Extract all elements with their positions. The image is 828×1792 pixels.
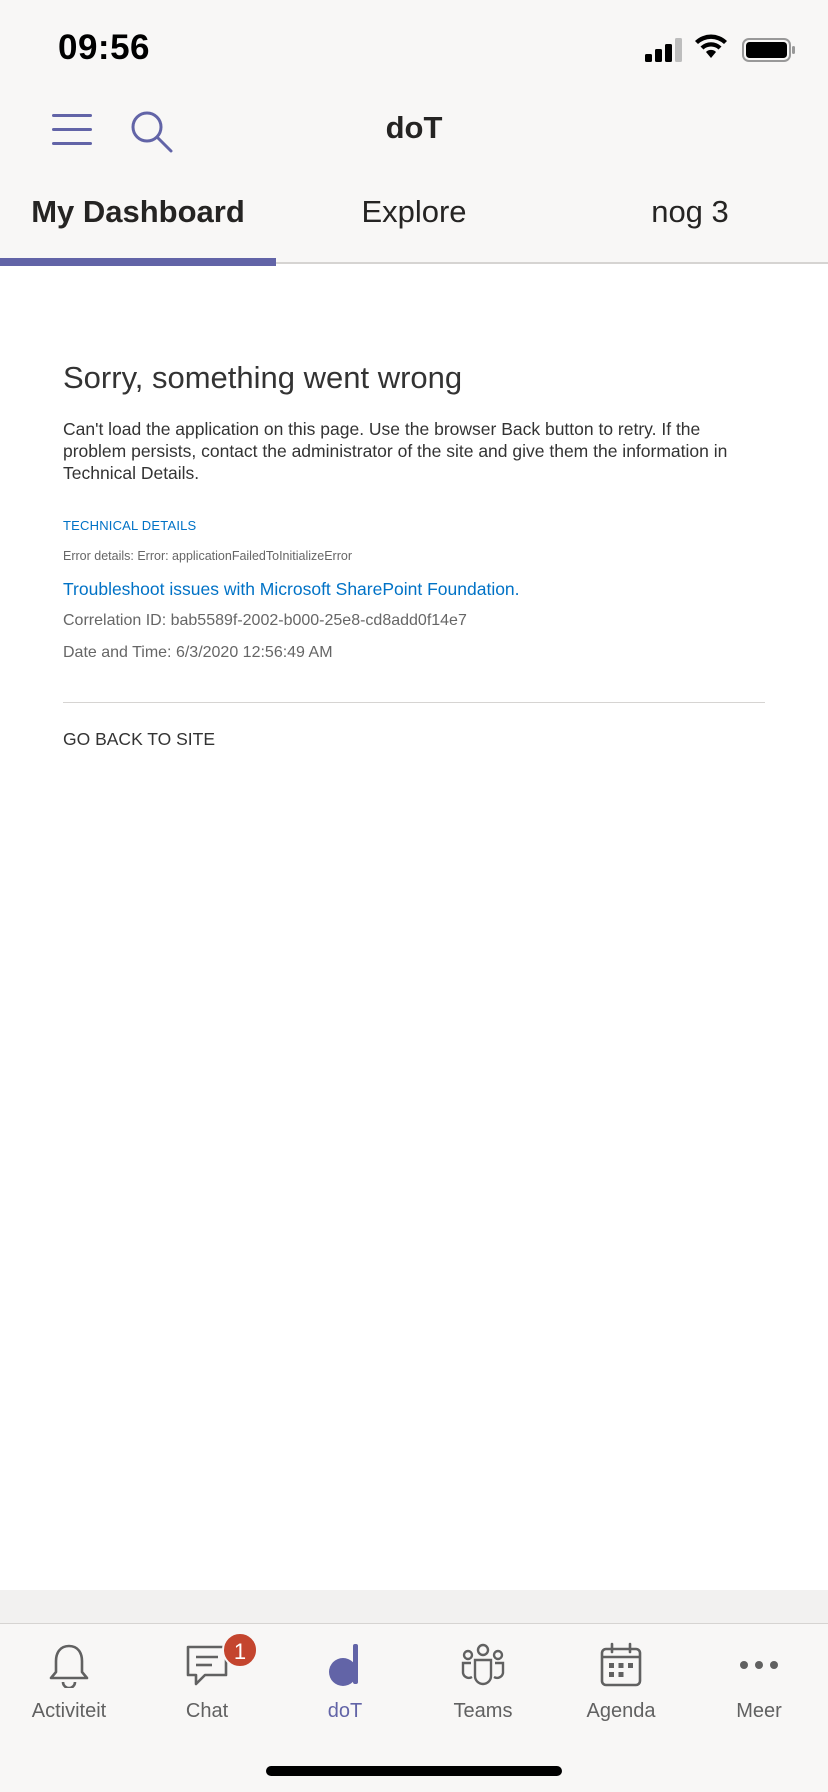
- troubleshoot-link[interactable]: Troubleshoot issues with Microsoft Share…: [63, 579, 765, 600]
- error-panel: Sorry, something went wrong Can't load t…: [63, 360, 765, 750]
- error-details: Error details: Error: applicationFailedT…: [63, 549, 353, 563]
- nav-item-chat[interactable]: 1 Chat: [138, 1624, 276, 1734]
- divider: [63, 702, 765, 703]
- dot-app-icon: [329, 1644, 358, 1686]
- error-message: Can't load the application on this page.…: [63, 419, 728, 483]
- error-title: Sorry, something went wrong: [63, 360, 463, 395]
- tab-my-dashboard[interactable]: My Dashboard: [0, 194, 276, 266]
- tab-explore[interactable]: Explore: [276, 194, 552, 264]
- nav-item-activiteit[interactable]: Activiteit: [0, 1624, 138, 1734]
- home-indicator[interactable]: [266, 1766, 562, 1776]
- correlation-id: Correlation ID: bab5589f-2002-b000-25e8-…: [63, 612, 467, 629]
- nav-label-teams: Teams: [453, 1700, 513, 1722]
- screen: 09:56 doT My Dashboard Explore nog 3 Sor…: [0, 0, 828, 1792]
- battery-icon: [742, 38, 795, 62]
- tab-bar: My Dashboard Explore nog 3: [0, 194, 828, 266]
- wifi-icon: [695, 34, 727, 58]
- nav-item-meer[interactable]: Meer: [690, 1624, 828, 1734]
- nav-label-chat: Chat: [185, 1700, 229, 1722]
- calendar-icon: [600, 1642, 642, 1687]
- bell-icon: [49, 1644, 89, 1688]
- teams-icon: [461, 1643, 505, 1686]
- technical-details-heading: TECHNICAL DETAILS: [63, 518, 197, 533]
- nav-item-teams[interactable]: Teams: [414, 1624, 552, 1734]
- go-back-to-site-link[interactable]: GO BACK TO SITE: [63, 729, 215, 750]
- nav-item-agenda[interactable]: Agenda: [552, 1624, 690, 1734]
- bottom-separator-strip: [0, 1590, 828, 1624]
- status-bar: 09:56: [0, 0, 828, 96]
- nav-item-dot[interactable]: doT: [276, 1624, 414, 1734]
- nav-label-meer: Meer: [736, 1700, 782, 1722]
- nav-label-agenda: Agenda: [586, 1700, 656, 1722]
- nav-label-dot: doT: [327, 1700, 363, 1722]
- more-icon: [740, 1661, 778, 1669]
- tab-more-overflow[interactable]: nog 3: [552, 194, 828, 264]
- app-title: doT: [385, 110, 443, 145]
- nav-label-activiteit: Activiteit: [31, 1700, 107, 1722]
- cellular-signal-icon: [645, 38, 683, 62]
- app-header: doT My Dashboard Explore nog 3: [0, 96, 828, 266]
- status-time: 09:56: [58, 28, 151, 67]
- chat-unread-badge: 1: [222, 1632, 258, 1668]
- date-and-time: Date and Time: 6/3/2020 12:56:49 AM: [63, 644, 333, 661]
